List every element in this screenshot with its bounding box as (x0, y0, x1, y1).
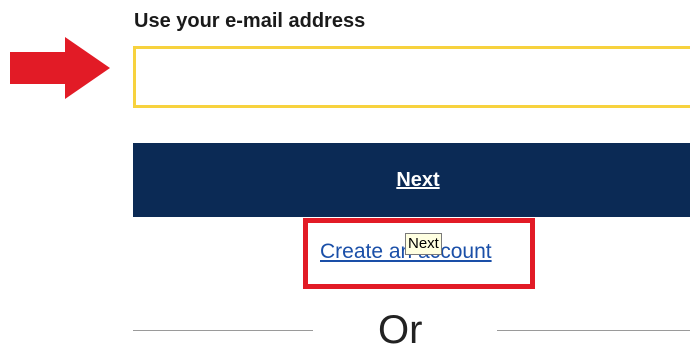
next-button[interactable]: Next (133, 143, 690, 217)
divider-right (497, 330, 690, 331)
login-panel: Use your e-mail address Next Create an a… (0, 0, 690, 348)
red-arrow-icon (10, 37, 110, 99)
or-separator-text: Or (378, 308, 423, 348)
email-label: Use your e-mail address (134, 10, 366, 32)
tooltip: Next (405, 233, 442, 255)
email-input[interactable] (133, 46, 690, 108)
next-button-label: Next (396, 168, 440, 191)
divider-left (133, 330, 313, 331)
